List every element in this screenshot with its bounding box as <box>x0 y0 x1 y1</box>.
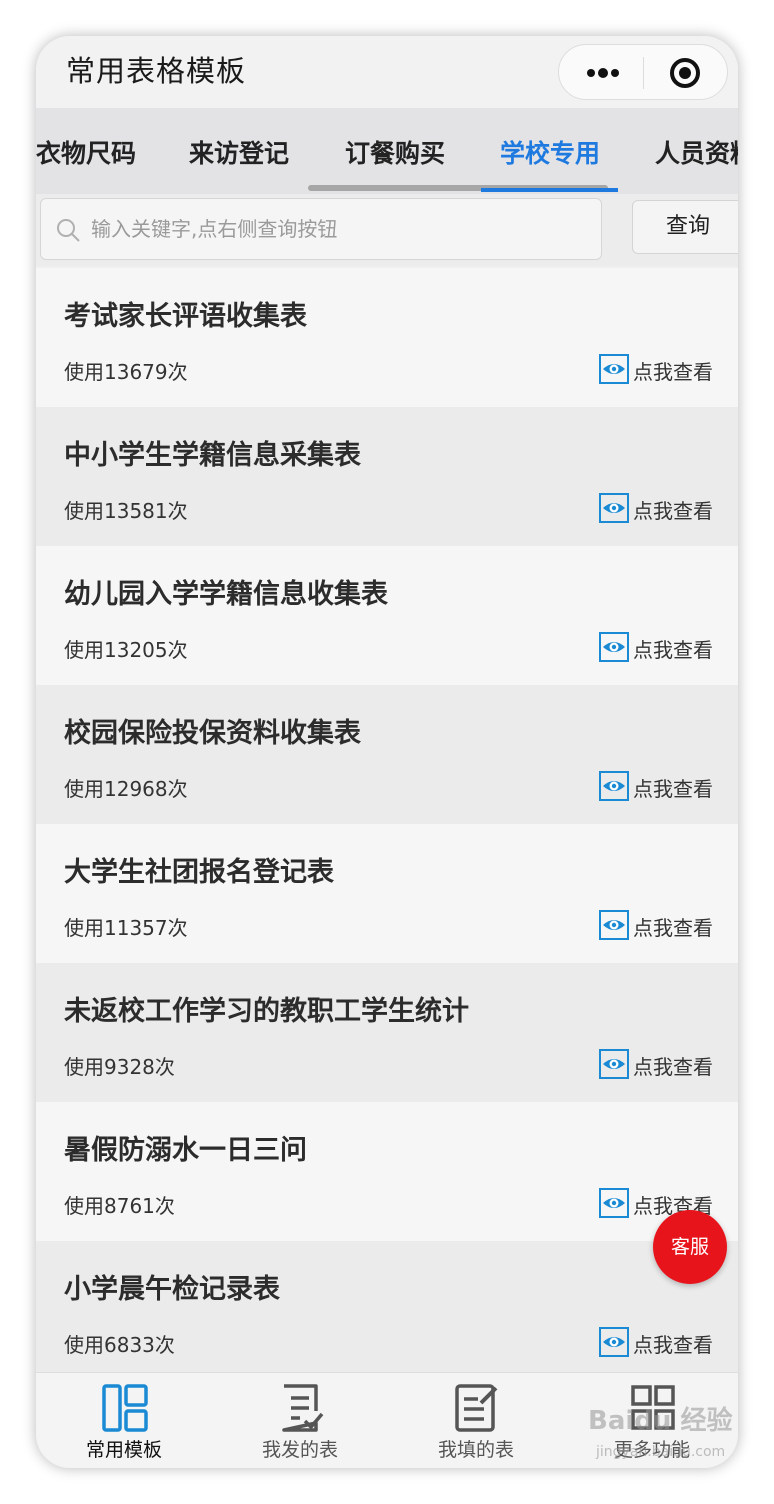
list-item[interactable]: 小学晨午检记录表 使用6833次 点我查看 <box>36 1241 738 1380</box>
template-grid-icon <box>102 1384 148 1432</box>
eye-icon <box>599 771 629 801</box>
list-item[interactable]: 大学生社团报名登记表 使用11357次 点我查看 <box>36 824 738 963</box>
template-title: 考试家长评语收集表 <box>64 301 307 332</box>
view-label: 点我查看 <box>633 916 713 940</box>
view-label: 点我查看 <box>633 499 713 523</box>
usage-count: 使用12968次 <box>64 777 188 801</box>
eye-icon <box>599 354 629 384</box>
phone-frame: 常用表格模板 衣物尺码 来访登记 订餐购买 学校专用 人员资料 <box>36 36 738 1468</box>
view-button[interactable]: 点我查看 <box>599 1049 729 1079</box>
eye-icon <box>599 493 629 523</box>
bottom-tab-templates[interactable]: 常用模板 <box>36 1373 212 1468</box>
tab-clothing-size[interactable]: 衣物尺码 <box>36 134 136 170</box>
view-label: 点我查看 <box>633 360 713 384</box>
view-button[interactable]: 点我查看 <box>599 493 729 523</box>
view-button[interactable]: 点我查看 <box>599 910 729 940</box>
search-icon <box>57 219 80 242</box>
category-tabs: 衣物尺码 来访登记 订餐购买 学校专用 人员资料 <box>36 108 738 194</box>
view-label: 点我查看 <box>633 1333 713 1357</box>
bottom-tab-my-published[interactable]: 我发的表 <box>212 1373 388 1468</box>
view-button[interactable]: 点我查看 <box>599 632 729 662</box>
template-title: 小学晨午检记录表 <box>64 1274 280 1305</box>
tab-school[interactable]: 学校专用 <box>500 134 600 170</box>
list-item[interactable]: 校园保险投保资料收集表 使用12968次 点我查看 <box>36 685 738 824</box>
template-title: 中小学生学籍信息采集表 <box>64 440 361 471</box>
template-list: 考试家长评语收集表 使用13679次 点我查看 中小学生学籍信息采集表 使用13… <box>36 268 738 1380</box>
view-button[interactable]: 点我查看 <box>599 1188 729 1218</box>
watermark-url: jingyan.baidu.com <box>596 1444 726 1460</box>
watermark: Baidu 经验 <box>588 1406 733 1436</box>
template-title: 未返校工作学习的教职工学生统计 <box>64 996 469 1027</box>
view-button[interactable]: 点我查看 <box>599 771 729 801</box>
query-button[interactable]: 查询 <box>632 200 738 254</box>
template-title: 校园保险投保资料收集表 <box>64 718 361 749</box>
close-target-icon[interactable] <box>669 57 701 89</box>
bottom-tab-label: 常用模板 <box>85 1439 162 1461</box>
usage-count: 使用13205次 <box>64 638 188 662</box>
eye-icon <box>599 1327 629 1357</box>
page-title: 常用表格模板 <box>66 54 247 88</box>
eye-icon <box>599 910 629 940</box>
eye-icon <box>599 1049 629 1079</box>
view-label: 点我查看 <box>633 777 713 801</box>
template-title: 大学生社团报名登记表 <box>64 857 334 888</box>
capsule-divider <box>643 57 644 89</box>
bottom-tab-label: 我发的表 <box>261 1439 338 1461</box>
usage-count: 使用6833次 <box>64 1333 175 1357</box>
tab-visitor-register[interactable]: 来访登记 <box>189 134 289 170</box>
template-title: 暑假防溺水一日三问 <box>64 1135 307 1166</box>
search-bar: 查询 <box>36 194 738 266</box>
navigation-bar: 常用表格模板 <box>36 36 738 108</box>
template-title: 幼儿园入学学籍信息收集表 <box>64 579 388 610</box>
view-button[interactable]: 点我查看 <box>599 1327 729 1357</box>
tab-meal-order[interactable]: 订餐购买 <box>345 134 445 170</box>
eye-icon <box>599 632 629 662</box>
list-item[interactable]: 中小学生学籍信息采集表 使用13581次 点我查看 <box>36 407 738 546</box>
bottom-tab-my-filled[interactable]: 我填的表 <box>388 1373 564 1468</box>
usage-count: 使用13679次 <box>64 360 188 384</box>
customer-service-button[interactable]: 客服 <box>653 1210 727 1284</box>
eye-icon <box>599 1188 629 1218</box>
search-box <box>40 198 602 260</box>
view-label: 点我查看 <box>633 638 713 662</box>
form-edit-icon <box>455 1384 498 1432</box>
list-item[interactable]: 暑假防溺水一日三问 使用8761次 点我查看 <box>36 1102 738 1241</box>
form-check-icon <box>282 1384 324 1432</box>
usage-count: 使用8761次 <box>64 1194 175 1218</box>
usage-count: 使用9328次 <box>64 1055 175 1079</box>
tab-personnel[interactable]: 人员资料 <box>655 134 738 170</box>
mini-program-capsule <box>558 44 728 100</box>
view-label: 点我查看 <box>633 1055 713 1079</box>
list-item[interactable]: 考试家长评语收集表 使用13679次 点我查看 <box>36 268 738 407</box>
list-item[interactable]: 未返校工作学习的教职工学生统计 使用9328次 点我查看 <box>36 963 738 1102</box>
usage-count: 使用13581次 <box>64 499 188 523</box>
bottom-tab-label: 我填的表 <box>437 1439 514 1461</box>
active-tab-underline <box>481 188 618 192</box>
view-button[interactable]: 点我查看 <box>599 354 729 384</box>
search-input[interactable] <box>91 199 591 259</box>
list-item[interactable]: 幼儿园入学学籍信息收集表 使用13205次 点我查看 <box>36 546 738 685</box>
usage-count: 使用11357次 <box>64 916 188 940</box>
more-dots-icon[interactable] <box>583 59 623 87</box>
